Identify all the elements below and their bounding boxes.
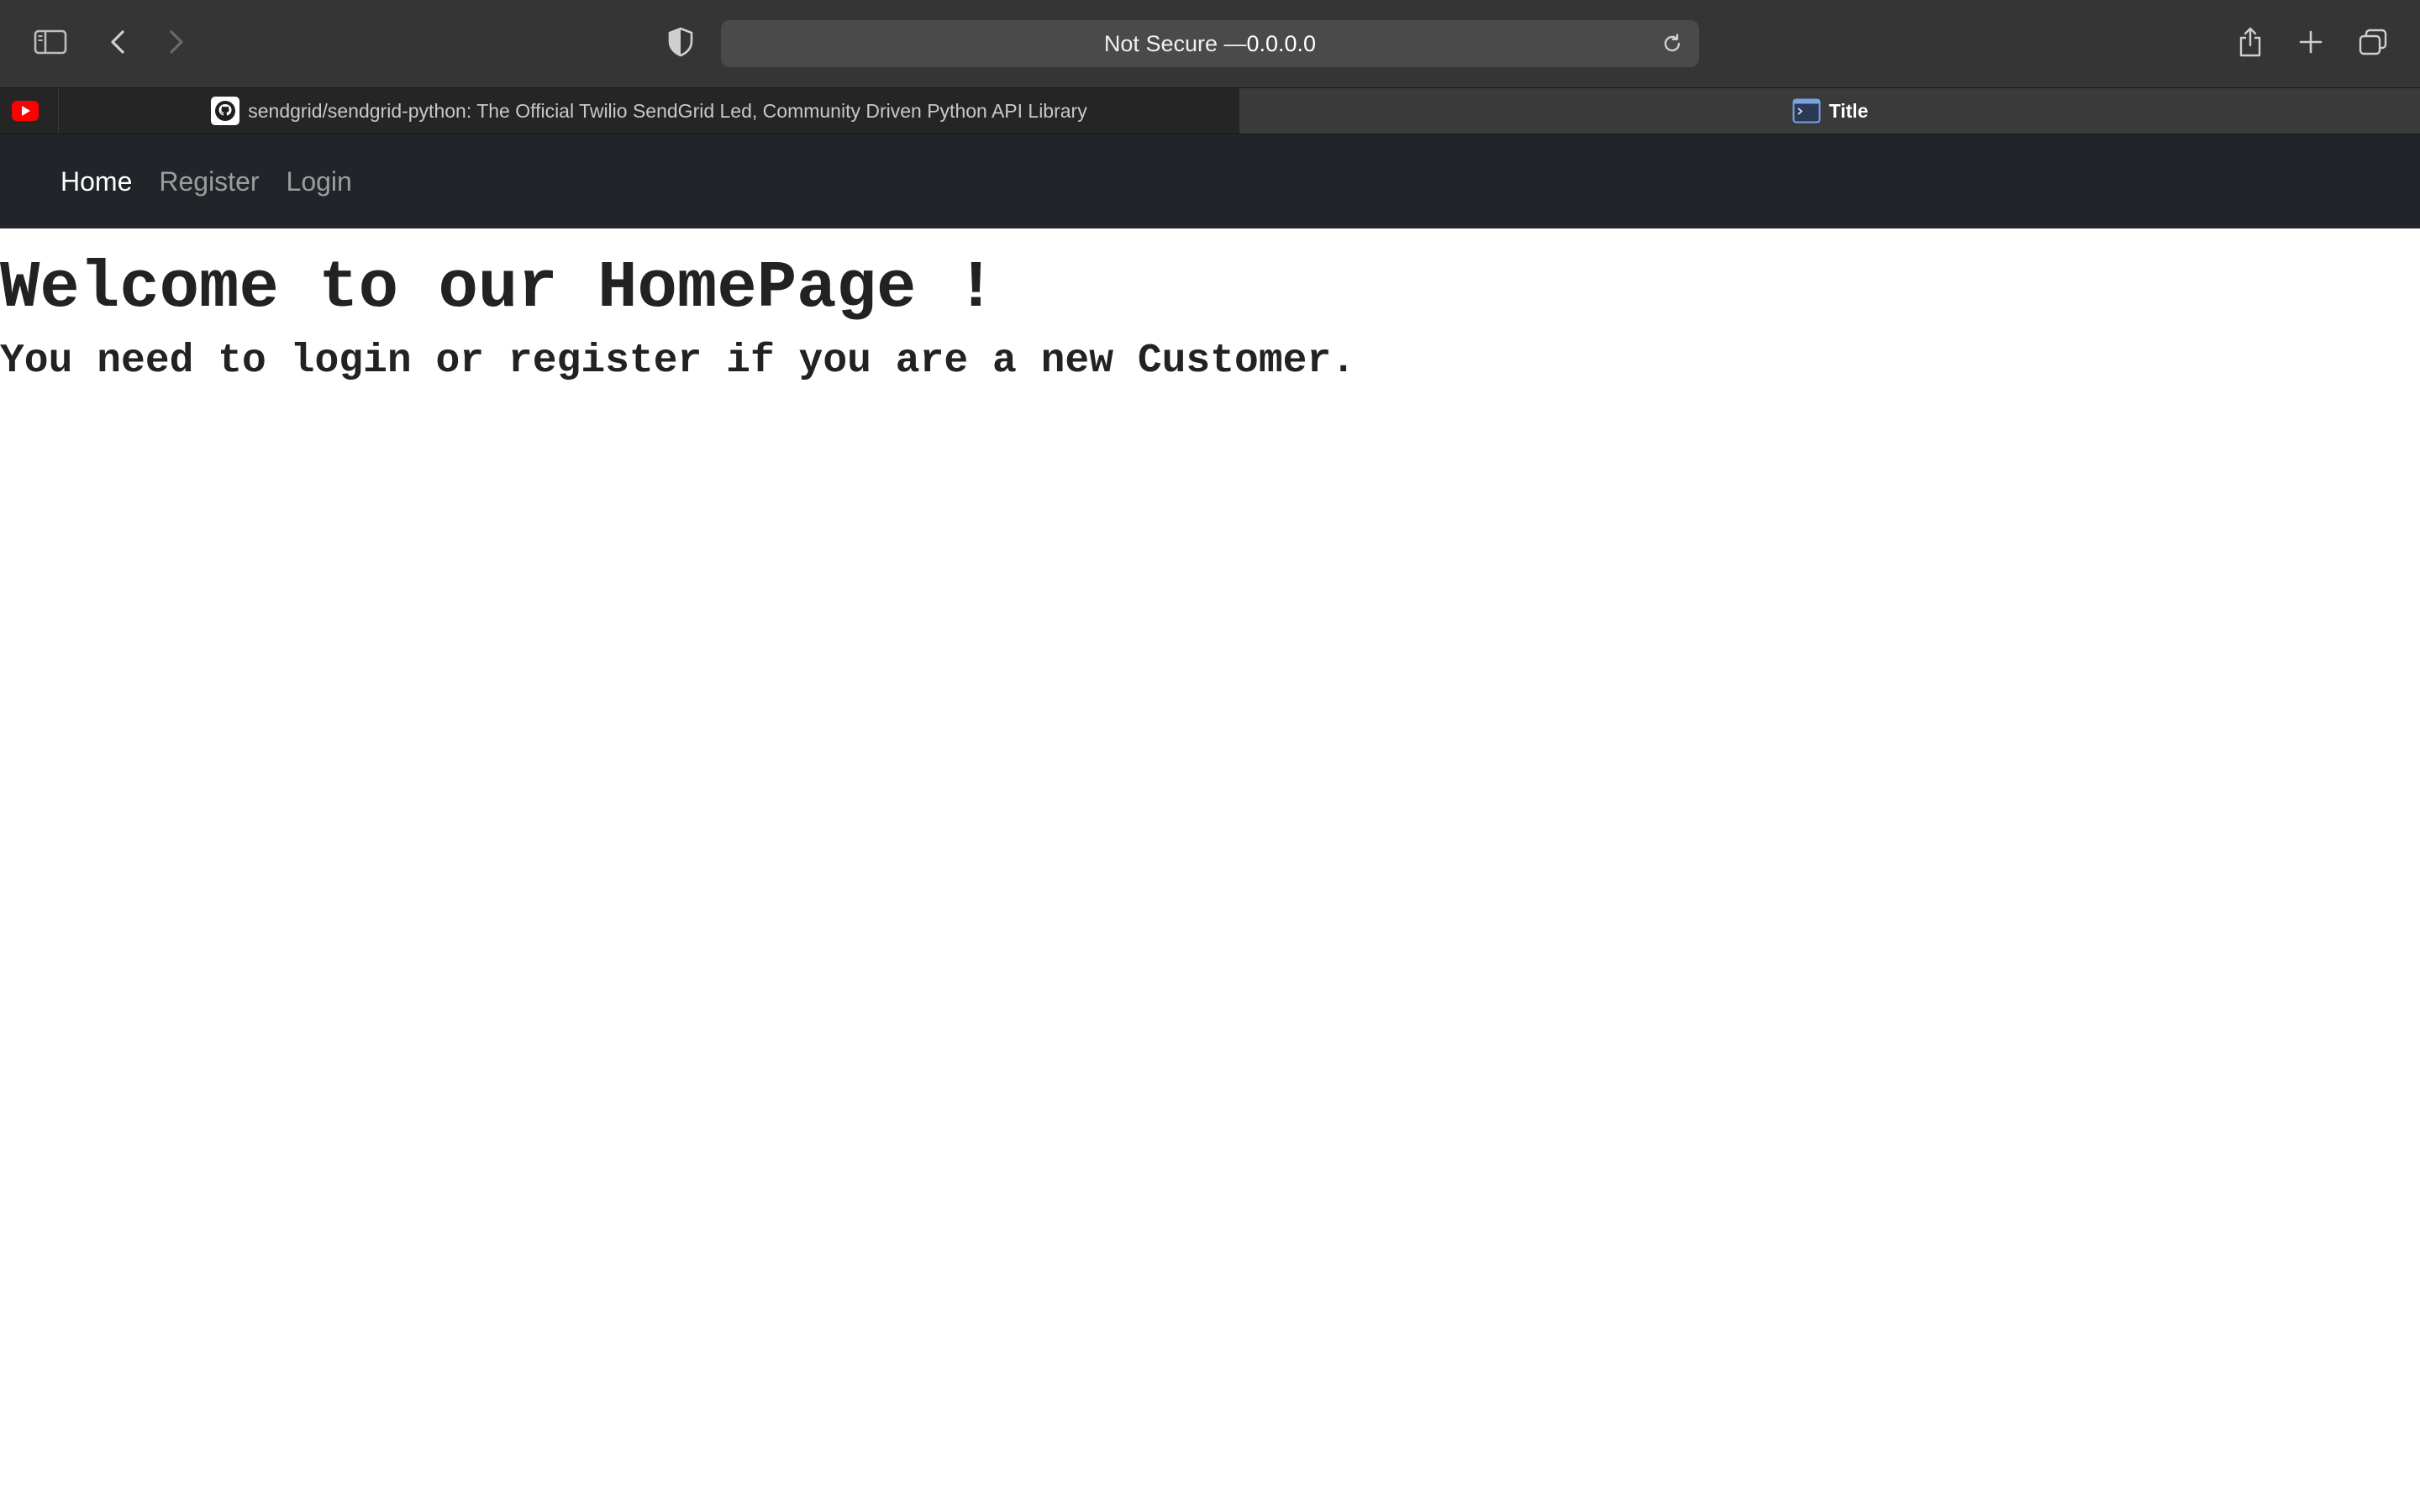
reload-icon[interactable] <box>1659 30 1686 57</box>
nav-link-home[interactable]: Home <box>60 166 132 197</box>
sidebar-toggle-icon[interactable] <box>30 22 71 62</box>
forward-icon[interactable] <box>156 22 197 62</box>
tab-pinned-youtube[interactable] <box>0 88 59 134</box>
browser-toolbar: Not Secure — 0.0.0.0 <box>0 0 2420 87</box>
address-bar[interactable]: Not Secure — 0.0.0.0 <box>721 20 1699 67</box>
back-icon[interactable] <box>97 22 138 62</box>
tab-strip: sendgrid/sendgrid-python: The Official T… <box>0 87 2420 134</box>
tab-github[interactable]: sendgrid/sendgrid-python: The Official T… <box>59 88 1240 134</box>
new-tab-icon[interactable] <box>2291 22 2331 62</box>
nav-link-login[interactable]: Login <box>287 166 352 197</box>
url-security-label: Not Secure — <box>1103 30 1247 56</box>
tab-active[interactable]: Title <box>1240 88 2420 134</box>
tab-label: Title <box>1828 99 1869 122</box>
page-heading: Welcome to our HomePage ! <box>0 250 997 326</box>
share-icon[interactable] <box>2230 22 2270 62</box>
youtube-icon <box>11 101 39 121</box>
terminal-page-icon <box>1792 98 1821 123</box>
page-subheading: You need to login or register if you are… <box>0 339 1356 384</box>
tab-overview-icon[interactable] <box>2353 22 2393 62</box>
nav-link-register[interactable]: Register <box>159 166 259 197</box>
privacy-shield-icon[interactable] <box>660 22 701 62</box>
github-icon <box>211 97 240 125</box>
tab-label: sendgrid/sendgrid-python: The Official T… <box>248 99 1087 122</box>
url-host: 0.0.0.0 <box>1246 30 1317 56</box>
site-navbar: Home Register Login <box>0 134 2420 228</box>
